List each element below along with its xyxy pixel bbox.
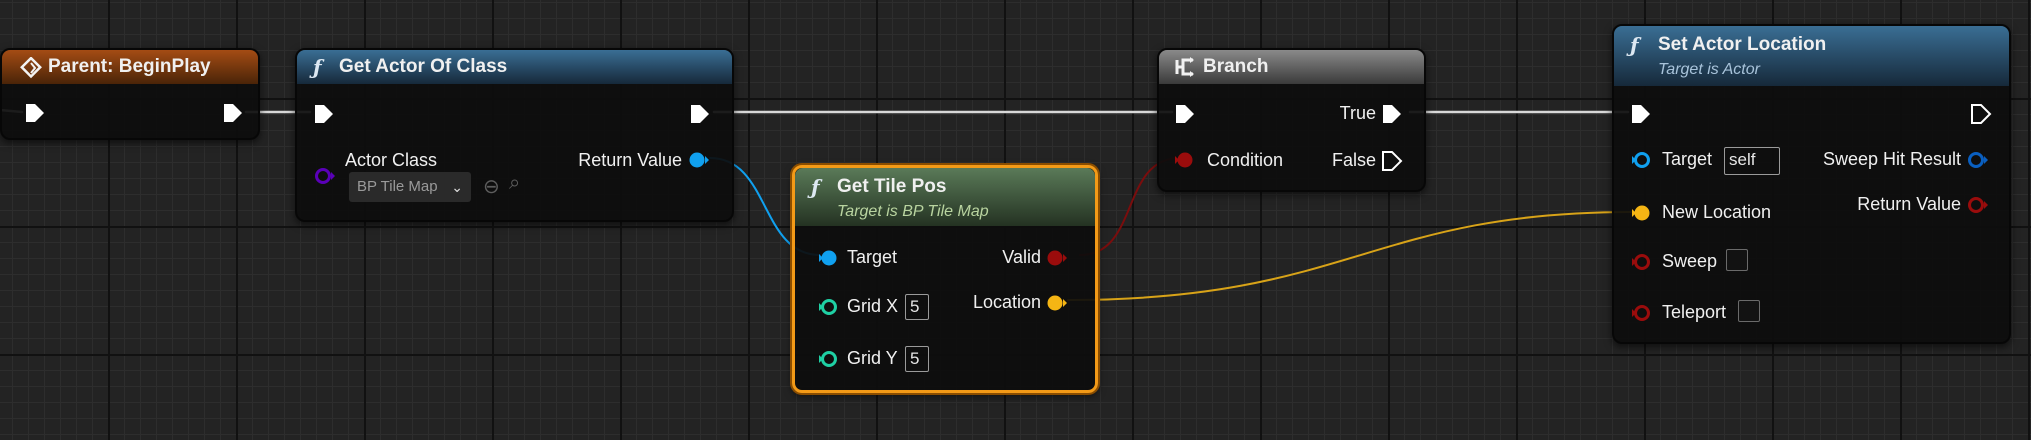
- bool-out-pin-icon[interactable]: [1045, 248, 1069, 268]
- node-title: Get Actor Of Class: [339, 56, 508, 77]
- branch-header[interactable]: Branch: [1159, 50, 1424, 84]
- sweep-checkbox[interactable]: [1726, 249, 1748, 271]
- new-location-label: New Location: [1662, 202, 1772, 222]
- event-icon: [20, 57, 42, 79]
- browse-search-icon[interactable]: ⌕: [509, 172, 520, 195]
- branch-icon: [1175, 57, 1194, 77]
- begin-play-header[interactable]: Parent: BeginPlay: [2, 50, 258, 84]
- vector-out-pin-icon[interactable]: [1045, 293, 1069, 313]
- exec-in-pin-icon[interactable]: [1630, 103, 1652, 125]
- node-title: Branch: [1203, 56, 1269, 77]
- struct-out-pin-icon[interactable]: [1966, 150, 1990, 170]
- true-label: True: [1339, 103, 1376, 123]
- actor-class-value: BP Tile Map: [357, 178, 438, 195]
- set-actor-location-node[interactable]: ƒ Set Actor Location Target is Actor Tar…: [1612, 24, 2011, 344]
- teleport-label: Teleport: [1662, 302, 1727, 322]
- grid-x-label: Grid X: [847, 296, 899, 316]
- branch-node[interactable]: Branch Condition True False: [1157, 48, 1426, 192]
- function-icon: ƒ: [811, 175, 820, 199]
- exec-out-pin-icon[interactable]: [222, 102, 244, 124]
- exec-in-pin-icon[interactable]: [24, 102, 46, 124]
- condition-label: Condition: [1207, 150, 1284, 170]
- bool-in-pin-icon[interactable]: [1173, 150, 1197, 170]
- get-actor-of-class-header[interactable]: ƒ Get Actor Of Class: [297, 50, 732, 84]
- vector-wire-location-to-new-location: [1067, 211, 1633, 301]
- bool-in-pin-icon[interactable]: [1630, 303, 1654, 323]
- bool-out-pin-icon[interactable]: [1966, 195, 1990, 215]
- exec-out-pin-icon[interactable]: [1970, 103, 1992, 125]
- set-actor-location-header[interactable]: ƒ Set Actor Location Target is Actor: [1614, 26, 2009, 86]
- get-tile-pos-header[interactable]: ƒ Get Tile Pos Target is BP Tile Map: [795, 168, 1095, 226]
- grid-y-input[interactable]: 5: [905, 346, 929, 372]
- use-selected-icon[interactable]: ⊖: [483, 174, 500, 199]
- class-pin-icon[interactable]: [313, 166, 337, 186]
- chevron-down-icon: ⌄: [451, 179, 463, 195]
- node-title: Parent: BeginPlay: [48, 56, 211, 77]
- bool-in-pin-icon[interactable]: [1630, 252, 1654, 272]
- sweep-hit-result-label: Sweep Hit Result: [1822, 149, 1961, 169]
- return-value-label: Return Value: [1857, 194, 1961, 214]
- grid-x-input[interactable]: 5: [905, 294, 929, 320]
- function-icon: ƒ: [313, 55, 322, 79]
- object-in-pin-icon[interactable]: [817, 248, 841, 268]
- teleport-checkbox[interactable]: [1738, 300, 1760, 322]
- exec-true-pin-icon[interactable]: [1381, 103, 1403, 125]
- get-actor-of-class-node[interactable]: ƒ Get Actor Of Class Actor Class BP Tile…: [295, 48, 734, 222]
- exec-in-pin-icon[interactable]: [313, 103, 335, 125]
- target-label: Target: [1662, 149, 1713, 169]
- target-self-input[interactable]: self: [1724, 147, 1780, 175]
- function-icon: ƒ: [1630, 33, 1639, 57]
- false-label: False: [1331, 150, 1376, 170]
- object-out-pin-icon[interactable]: [687, 150, 711, 170]
- sweep-label: Sweep: [1662, 251, 1718, 271]
- node-subtitle: Target is BP Tile Map: [837, 203, 989, 220]
- exec-false-pin-icon[interactable]: [1381, 150, 1403, 172]
- begin-play-node[interactable]: Parent: BeginPlay: [0, 48, 260, 140]
- vector-in-pin-icon[interactable]: [1630, 203, 1654, 223]
- grid-y-label: Grid Y: [847, 348, 898, 368]
- location-label: Location: [972, 292, 1041, 312]
- node-title: Get Tile Pos: [837, 176, 947, 197]
- object-in-pin-icon[interactable]: [1630, 150, 1654, 170]
- return-value-label: Return Value: [578, 150, 682, 170]
- actor-class-label: Actor Class: [345, 150, 438, 170]
- node-subtitle: Target is Actor: [1658, 61, 1760, 78]
- int-in-pin-icon[interactable]: [817, 349, 841, 369]
- exec-in-pin-icon[interactable]: [1174, 103, 1196, 125]
- exec-out-pin-icon[interactable]: [689, 103, 711, 125]
- valid-label: Valid: [1002, 247, 1041, 267]
- target-label: Target: [847, 247, 898, 267]
- node-title: Set Actor Location: [1658, 34, 1827, 55]
- get-tile-pos-node[interactable]: ƒ Get Tile Pos Target is BP Tile Map Tar…: [792, 165, 1098, 393]
- actor-class-dropdown[interactable]: BP Tile Map ⌄: [349, 172, 471, 202]
- int-in-pin-icon[interactable]: [817, 297, 841, 317]
